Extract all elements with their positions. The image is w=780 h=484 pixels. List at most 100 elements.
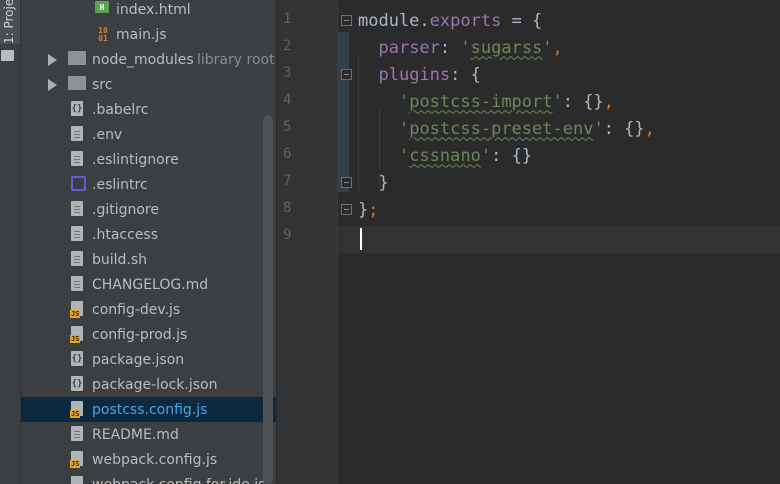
code-token: , <box>603 91 614 112</box>
line-number: 1 <box>283 11 292 27</box>
text-file-icon <box>71 201 83 216</box>
fold-marker-icon[interactable] <box>341 204 352 215</box>
js-badge-icon: JS <box>70 460 81 468</box>
tree-item-label: src <box>92 76 113 93</box>
tree-item-label: CHANGELOG.md <box>92 276 209 293</box>
tree-item-label: .gitignore <box>92 201 159 218</box>
tree-item[interactable]: .eslintignore <box>21 147 276 172</box>
code-line[interactable]: }; <box>358 196 379 223</box>
expand-arrow-icon[interactable] <box>48 79 57 91</box>
line-number: 9 <box>283 227 292 243</box>
code-token: } <box>358 199 369 220</box>
library-root-hint: library root <box>197 51 275 68</box>
code-token: cssnano <box>409 145 481 166</box>
tree-item[interactable]: CHANGELOG.md <box>21 272 276 297</box>
code-line[interactable]: module. exports = { <box>358 7 542 34</box>
tree-item-label: main.js <box>116 26 167 43</box>
code-token: : {} <box>491 145 533 166</box>
code-line[interactable]: ' cssnano ': {} <box>358 142 532 169</box>
code-token: module. <box>358 10 430 31</box>
tree-item-label: config-dev.js <box>92 301 181 318</box>
code-token: : { <box>450 64 481 85</box>
tree-item[interactable]: .env <box>21 122 276 147</box>
tree-item-label: node_modules <box>92 51 194 68</box>
tree-item[interactable]: .gitignore <box>21 197 276 222</box>
expand-arrow-icon[interactable] <box>48 54 57 66</box>
text-caret <box>360 228 362 250</box>
code-line[interactable]: ' postcss-import ': {}, <box>358 88 614 115</box>
text-file-icon <box>71 126 83 141</box>
js-file-icon: JS <box>70 326 83 343</box>
project-tool-tab-label[interactable]: 1: Proje <box>2 0 16 44</box>
tool-window-strip: 1: Proje <box>0 0 21 484</box>
fold-marker-icon[interactable] <box>341 69 352 80</box>
fold-marker-icon[interactable] <box>341 15 352 26</box>
code-token: ' <box>460 37 471 58</box>
folder-icon <box>68 76 86 90</box>
code-token: ' <box>398 145 410 166</box>
code-line[interactable]: plugins: { <box>358 61 481 88</box>
tree-item[interactable]: JS config-dev.js <box>21 297 276 322</box>
tree-item[interactable]: node_modules library root <box>21 47 276 72</box>
tree-item[interactable]: build.sh <box>21 247 276 272</box>
tree-item-label: config-prod.js <box>92 326 188 343</box>
tree-item-label: .babelrc <box>92 101 149 118</box>
tree-item-label: index.html <box>116 1 191 18</box>
tree-item[interactable]: src <box>21 72 276 97</box>
line-number: 7 <box>283 173 292 189</box>
tree-item[interactable]: .eslintrc <box>21 172 276 197</box>
html-file-icon: H <box>95 1 109 13</box>
js-file-icon: JS <box>70 401 83 418</box>
tree-item[interactable]: JS postcss.config.js <box>21 397 276 422</box>
tree-item[interactable]: {} package.json <box>21 347 276 372</box>
tree-item[interactable]: {} package-lock.json <box>21 372 276 397</box>
js-main-file-icon: 10 01 <box>98 26 108 43</box>
js-file-icon: JS <box>70 301 83 318</box>
project-tree: Hindex.html 10 01 main.js node_modules librar… <box>21 0 276 484</box>
tree-item[interactable]: .htaccess <box>21 222 276 247</box>
line-number: 5 <box>283 119 292 135</box>
text-file-icon <box>71 151 83 166</box>
code-token: = { <box>501 10 543 31</box>
line-number: 3 <box>283 65 292 81</box>
json-file-icon: {} <box>71 376 83 391</box>
tree-item[interactable]: JS webpack.config.for.ide.js <box>21 472 276 484</box>
project-tree-scrollbar[interactable] <box>263 115 273 484</box>
code-token: : {} <box>603 118 645 139</box>
folder-icon <box>68 51 86 65</box>
line-number: 2 <box>283 38 292 54</box>
tree-item[interactable]: JS webpack.config.js <box>21 447 276 472</box>
code-token: ' <box>542 37 553 58</box>
code-token: exports <box>429 10 502 31</box>
tree-item[interactable]: README.md <box>21 422 276 447</box>
tree-item[interactable]: Hindex.html <box>21 0 276 22</box>
code-token: sugarss <box>470 37 543 58</box>
fold-marker-icon[interactable] <box>341 177 352 188</box>
json-file-icon: {} <box>71 351 83 366</box>
code-token: ' <box>398 118 410 139</box>
code-line[interactable]: ' postcss-preset-env ': {}, <box>358 115 655 142</box>
text-file-icon <box>71 226 83 241</box>
project-folder-icon <box>1 50 14 61</box>
text-file-icon <box>71 276 83 291</box>
code-token: , <box>644 118 655 139</box>
code-line[interactable]: parser: ' sugarss ', <box>358 34 562 61</box>
text-file-icon <box>71 426 83 441</box>
code-token: postcss-preset-env <box>409 118 594 139</box>
tree-item[interactable]: {} .babelrc <box>21 97 276 122</box>
tree-item-label: .htaccess <box>92 226 158 243</box>
js-file-icon: JS <box>70 451 83 468</box>
tree-item[interactable]: 10 01 main.js <box>21 22 276 47</box>
text-file-icon <box>71 251 83 266</box>
code-line[interactable]: } <box>358 169 389 196</box>
code-token: } <box>358 172 389 193</box>
tree-item[interactable]: JS config-prod.js <box>21 322 276 347</box>
code-editor[interactable]: 123456789 module. exports = { parser: ' su… <box>277 0 780 484</box>
tree-item-label: package.json <box>92 351 185 368</box>
change-marker <box>337 32 349 192</box>
code-token: postcss-import <box>409 91 553 112</box>
